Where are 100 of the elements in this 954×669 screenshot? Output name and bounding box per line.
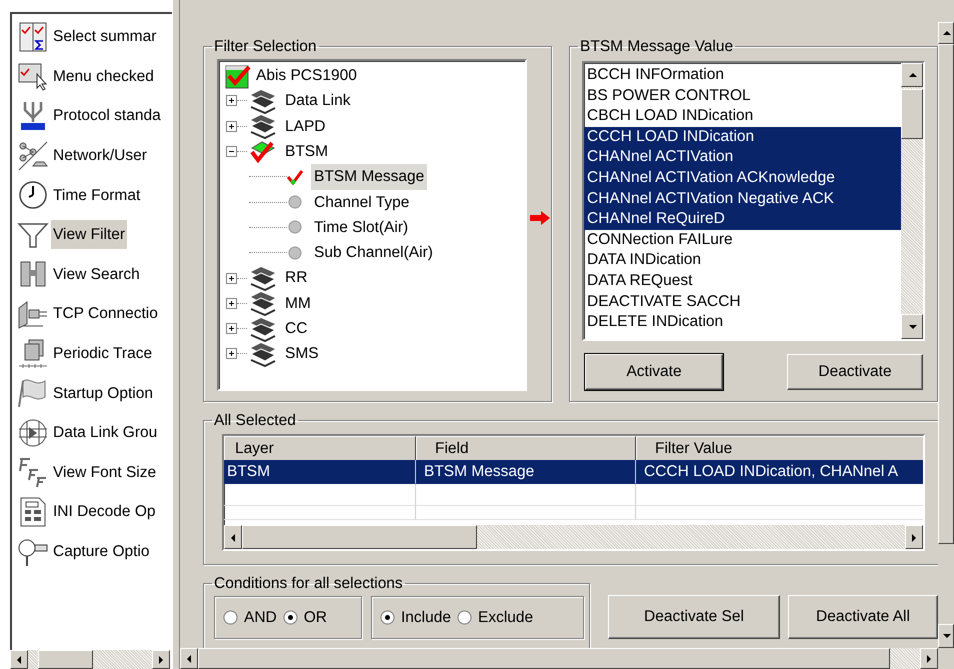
expand-icon[interactable]	[226, 272, 237, 284]
horizontal-scrollbar[interactable]	[10, 650, 170, 669]
tree-item[interactable]: BTSM Message	[311, 164, 428, 190]
caret-up-icon	[942, 30, 950, 36]
caret-down-icon	[908, 324, 917, 330]
scroll-right-button[interactable]	[920, 648, 938, 669]
table-cell: CCCH LOAD INDication, CHANnel A	[636, 460, 923, 484]
network-icon[interactable]	[16, 140, 50, 172]
group-title: All Selected	[213, 412, 297, 430]
table-cell: BTSM Message	[416, 460, 636, 484]
radio-label[interactable]: Exclude	[478, 606, 534, 630]
caret-right-icon	[911, 532, 917, 542]
tree-item[interactable]: BTSM	[282, 138, 332, 164]
list-item[interactable]: DELETE INDication	[584, 312, 902, 333]
tree-item[interactable]: CC	[282, 316, 310, 342]
list-item[interactable]: CCCH LOAD INDication	[584, 126, 902, 148]
sidebar-item[interactable]: View Filter	[51, 220, 128, 250]
action-button[interactable]: Activate	[585, 354, 724, 390]
radio-button[interactable]	[456, 610, 472, 626]
tree-item[interactable]: RR	[282, 265, 310, 291]
sidebar-item[interactable]: View Font Size	[51, 458, 158, 487]
expand-icon[interactable]	[226, 298, 237, 309]
sidebar-item[interactable]: TCP Connectio	[51, 299, 160, 329]
list-item[interactable]: DATA INDication	[584, 250, 902, 271]
column-header[interactable]: Field	[416, 436, 636, 462]
scroll-up-button[interactable]	[938, 22, 954, 44]
sidebar-item[interactable]: INI Decode Op	[51, 497, 158, 527]
arrow-icon	[529, 210, 551, 226]
sidebar-item[interactable]: Time Format	[51, 180, 142, 210]
scroll-thumb[interactable]	[901, 89, 924, 140]
sidebar-item[interactable]: Capture Optio	[51, 536, 152, 566]
sidebar-item[interactable]: View Search	[51, 260, 142, 289]
scroll-down-button[interactable]	[938, 624, 954, 648]
radio-label[interactable]: Include	[401, 606, 451, 630]
action-button[interactable]: Deactivate	[787, 354, 923, 390]
action-button[interactable]: Deactivate Sel	[608, 595, 780, 639]
sidebar-item[interactable]: Protocol standa	[51, 101, 163, 131]
horizontal-scrollbar[interactable]	[224, 525, 923, 550]
list-item[interactable]: CHANnel ReQuireD	[584, 209, 902, 230]
globe-icon[interactable]	[16, 416, 50, 449]
sidebar-item[interactable]: Menu checked	[51, 62, 156, 92]
expand-icon[interactable]	[226, 323, 237, 334]
radio-button[interactable]	[282, 610, 298, 626]
tree-item[interactable]: Channel Type	[311, 190, 412, 215]
list-item[interactable]: BCCH INFOrmation	[584, 65, 902, 86]
caret-up-icon	[908, 72, 917, 78]
tree-item[interactable]: MM	[282, 290, 314, 316]
expand-icon[interactable]	[226, 95, 237, 106]
list-item[interactable]: CHANnel ACTIVation Negative ACK	[584, 188, 902, 210]
list-item[interactable]: CBCH LOAD INDication	[584, 106, 902, 127]
scroll-thumb[interactable]	[938, 44, 954, 544]
tree-item[interactable]: LAPD	[282, 114, 328, 139]
collapse-icon[interactable]	[226, 146, 237, 158]
expand-icon[interactable]	[226, 348, 237, 360]
list-item[interactable]: CHANnel ACTIVation	[584, 147, 902, 168]
sidebar-item[interactable]: Startup Option	[51, 378, 155, 408]
tree-item[interactable]: SMS	[282, 341, 322, 367]
group-title: BTSM Message Value	[579, 38, 734, 56]
sidebar-item[interactable]: Network/User	[51, 140, 149, 170]
list-item[interactable]: DEACTIVATE SACCH	[584, 292, 902, 312]
scroll-up-button[interactable]	[901, 63, 924, 88]
tree-item[interactable]: Data Link	[282, 88, 354, 114]
list-item[interactable]: DATA REQuest	[584, 270, 902, 292]
tree-item[interactable]: Time Slot(Air)	[311, 214, 412, 240]
column-header[interactable]: Filter Value	[636, 436, 923, 462]
caret-left-icon	[16, 655, 22, 664]
sidebar-item[interactable]: Periodic Trace	[51, 338, 154, 368]
radio-button[interactable]	[223, 610, 238, 626]
caret-left-icon	[230, 532, 236, 542]
list-item[interactable]: CONNection FAILure	[584, 230, 902, 250]
column-header[interactable]: Layer	[224, 436, 416, 462]
scroll-right-button[interactable]	[905, 525, 923, 550]
scroll-down-button[interactable]	[901, 314, 924, 340]
tree-item[interactable]: Abis PCS1900	[253, 63, 360, 88]
list-item[interactable]: BS POWER CONTROL	[584, 86, 902, 106]
caret-right-icon	[926, 654, 932, 663]
expand-icon[interactable]	[226, 120, 237, 132]
splitter-bar[interactable]	[172, 0, 180, 669]
scroll-left-button[interactable]	[224, 525, 242, 550]
group-title: Filter Selection	[213, 38, 318, 56]
caret-left-icon	[186, 654, 192, 663]
scroll-thumb[interactable]	[38, 650, 93, 669]
tree-item[interactable]: Sub Channel(Air)	[311, 240, 436, 266]
caret-down-icon	[942, 633, 950, 639]
caret-right-icon	[158, 655, 164, 664]
action-button[interactable]: Deactivate All	[788, 595, 938, 639]
group-title: Conditions for all selections	[213, 575, 404, 592]
radio-button[interactable]	[380, 610, 395, 626]
list-item[interactable]: CHANnel ACTIVation ACKnowledge	[584, 168, 902, 189]
scroll-left-button[interactable]	[180, 648, 198, 669]
scroll-thumb[interactable]	[242, 525, 477, 550]
table-cell: BTSM	[224, 460, 416, 484]
radio-label[interactable]: OR	[304, 606, 327, 630]
sidebar-item[interactable]: Select summar	[51, 22, 158, 52]
sidebar-item[interactable]: Data Link Grou	[51, 418, 160, 448]
vertical-scrollbar[interactable]	[901, 63, 924, 340]
document-stack-icon[interactable]	[16, 338, 50, 370]
scroll-right-button[interactable]	[152, 650, 170, 669]
scroll-left-button[interactable]	[10, 650, 28, 669]
radio-label[interactable]: AND	[244, 606, 277, 630]
